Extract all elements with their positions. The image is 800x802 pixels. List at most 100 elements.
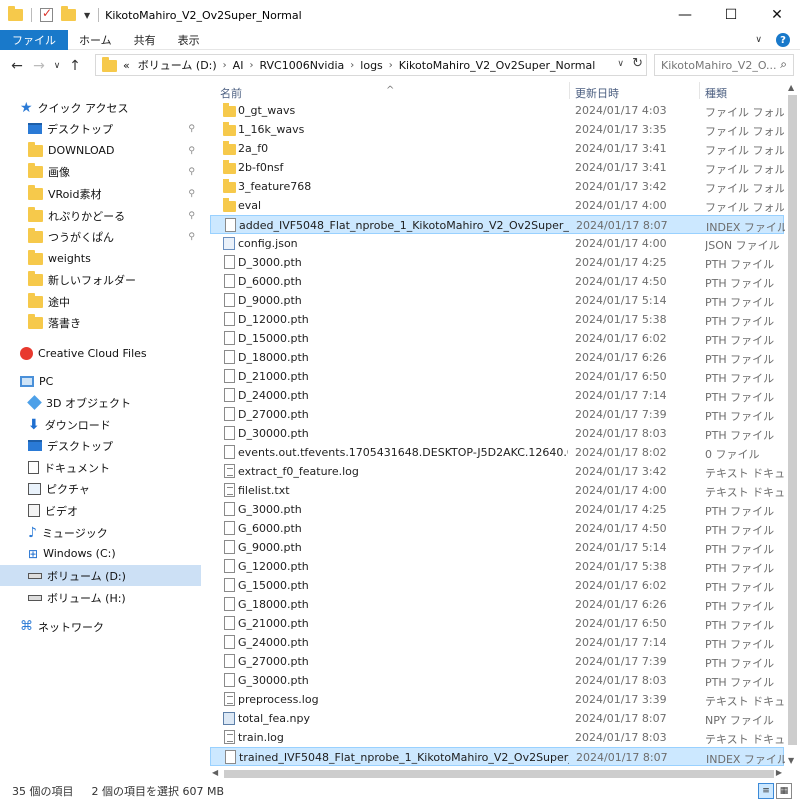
file-row[interactable]: 1_16k_wavs 2024/01/17 3:35 ファイル フォルダー	[210, 120, 784, 139]
properties-icon[interactable]	[40, 6, 53, 22]
recent-locations-chevron-down-icon[interactable]: ∨	[50, 61, 64, 71]
tab-view[interactable]: 表示	[167, 30, 211, 50]
file-row[interactable]: eval 2024/01/17 4:00 ファイル フォルダー	[210, 196, 784, 215]
sidebar-item[interactable]: ⌘ ネットワーク	[0, 616, 201, 637]
expand-ribbon-chevron-down-icon[interactable]: ∨	[755, 35, 762, 45]
help-icon[interactable]: ?	[776, 33, 790, 47]
file-row[interactable]: G_3000.pth 2024/01/17 4:25 PTH ファイル	[210, 500, 784, 519]
file-row[interactable]: trained_IVF5048_Flat_nprobe_1_KikotoMahi…	[210, 747, 785, 766]
file-row[interactable]: D_18000.pth 2024/01/17 6:26 PTH ファイル	[210, 348, 784, 367]
file-row[interactable]: preprocess.log 2024/01/17 3:39 テキスト ドキュメント	[210, 690, 784, 709]
breadcrumb-logs[interactable]: logs	[360, 59, 383, 72]
sidebar-item[interactable]: DOWNLOAD ⚲	[0, 140, 201, 161]
pin-icon[interactable]: ⚲	[188, 124, 195, 134]
file-row[interactable]: D_27000.pth 2024/01/17 7:39 PTH ファイル	[210, 405, 784, 424]
sidebar-item[interactable]: デスクトップ ⚲	[0, 118, 201, 139]
sidebar-item[interactable]: ♪ ミュージック	[0, 522, 201, 543]
column-header-type[interactable]: 種類	[705, 85, 727, 101]
close-button[interactable]: ✕	[754, 0, 800, 30]
sidebar-item[interactable]: ★ クイック アクセス	[0, 97, 201, 118]
sidebar-item[interactable]: デスクトップ	[0, 435, 201, 456]
breadcrumb-separator-icon[interactable]: ›	[389, 60, 393, 71]
file-row[interactable]: G_15000.pth 2024/01/17 6:02 PTH ファイル	[210, 576, 784, 595]
breadcrumb-current-folder[interactable]: KikotoMahiro_V2_Ov2Super_Normal	[399, 59, 596, 72]
sidebar-item[interactable]: ビデオ	[0, 500, 201, 521]
address-bar[interactable]: « ボリューム (D:) › AI › RVC1006Nvidia › logs…	[95, 54, 647, 76]
maximize-button[interactable]: ☐	[708, 0, 754, 30]
tab-file[interactable]: ファイル	[0, 29, 68, 50]
file-row[interactable]: 3_feature768 2024/01/17 3:42 ファイル フォルダー	[210, 177, 784, 196]
sidebar-item[interactable]: 新しいフォルダー	[0, 269, 201, 290]
scroll-thumb[interactable]	[224, 770, 774, 778]
file-row[interactable]: D_30000.pth 2024/01/17 8:03 PTH ファイル	[210, 424, 784, 443]
sidebar-item[interactable]: 画像 ⚲	[0, 161, 201, 182]
file-row[interactable]: G_9000.pth 2024/01/17 5:14 PTH ファイル	[210, 538, 784, 557]
file-row[interactable]: D_3000.pth 2024/01/17 4:25 PTH ファイル	[210, 253, 784, 272]
file-row[interactable]: G_12000.pth 2024/01/17 5:38 PTH ファイル	[210, 557, 784, 576]
pin-icon[interactable]: ⚲	[188, 189, 195, 199]
file-row[interactable]: G_30000.pth 2024/01/17 8:03 PTH ファイル	[210, 671, 784, 690]
sidebar-item[interactable]: つうがくぱん ⚲	[0, 226, 201, 247]
file-row[interactable]: D_12000.pth 2024/01/17 5:38 PTH ファイル	[210, 310, 784, 329]
file-row[interactable]: D_15000.pth 2024/01/17 6:02 PTH ファイル	[210, 329, 784, 348]
file-row[interactable]: D_24000.pth 2024/01/17 7:14 PTH ファイル	[210, 386, 784, 405]
customize-toolbar-chevron-down-icon[interactable]: ▼	[84, 11, 90, 20]
file-row[interactable]: D_9000.pth 2024/01/17 5:14 PTH ファイル	[210, 291, 784, 310]
file-row[interactable]: total_fea.npy 2024/01/17 8:07 NPY ファイル	[210, 709, 784, 728]
sidebar-item[interactable]: 途中	[0, 291, 201, 312]
sidebar-item[interactable]: ボリューム (D:)	[0, 565, 201, 586]
file-row[interactable]: G_18000.pth 2024/01/17 6:26 PTH ファイル	[210, 595, 784, 614]
breadcrumb-separator-icon[interactable]: ›	[249, 60, 253, 71]
file-row[interactable]: 2b-f0nsf 2024/01/17 3:41 ファイル フォルダー	[210, 158, 784, 177]
pin-icon[interactable]: ⚲	[188, 232, 195, 242]
scroll-right-arrow-icon[interactable]: ▶	[776, 768, 782, 777]
file-row[interactable]: events.out.tfevents.1705431648.DESKTOP-J…	[210, 443, 784, 462]
file-row[interactable]: D_6000.pth 2024/01/17 4:50 PTH ファイル	[210, 272, 784, 291]
forward-arrow-icon[interactable]: →	[28, 58, 50, 74]
address-history-chevron-down-icon[interactable]: ∨	[617, 59, 624, 69]
file-row[interactable]: added_IVF5048_Flat_nprobe_1_KikotoMahiro…	[210, 215, 785, 234]
sidebar-item[interactable]: ⬇ ダウンロード	[0, 414, 201, 435]
file-row[interactable]: 2a_f0 2024/01/17 3:41 ファイル フォルダー	[210, 139, 784, 158]
file-row[interactable]: D_21000.pth 2024/01/17 6:50 PTH ファイル	[210, 367, 784, 386]
file-row[interactable]: train.log 2024/01/17 8:03 テキスト ドキュメント	[210, 728, 784, 747]
sidebar-item[interactable]: ドキュメント	[0, 457, 201, 478]
file-row[interactable]: 0_gt_wavs 2024/01/17 4:03 ファイル フォルダー	[210, 101, 784, 120]
column-header-date[interactable]: 更新日時	[575, 85, 619, 101]
breadcrumb-rvc1006nvidia[interactable]: RVC1006Nvidia	[259, 59, 344, 72]
file-row[interactable]: G_6000.pth 2024/01/17 4:50 PTH ファイル	[210, 519, 784, 538]
breadcrumb-separator-icon[interactable]: ›	[350, 60, 354, 71]
file-row[interactable]: G_27000.pth 2024/01/17 7:39 PTH ファイル	[210, 652, 784, 671]
details-view-icon[interactable]: ≡	[758, 783, 774, 799]
file-row[interactable]: G_24000.pth 2024/01/17 7:14 PTH ファイル	[210, 633, 784, 652]
column-divider[interactable]	[569, 82, 570, 99]
sidebar-item[interactable]: 3D オブジェクト	[0, 392, 201, 413]
sidebar-item[interactable]: Creative Cloud Files	[0, 343, 201, 364]
scroll-up-arrow-icon[interactable]: ▲	[788, 83, 794, 92]
file-row[interactable]: extract_f0_feature.log 2024/01/17 3:42 テキス…	[210, 462, 784, 481]
pin-icon[interactable]: ⚲	[188, 211, 195, 221]
column-header-name[interactable]: 名前	[220, 85, 242, 101]
new-folder-icon[interactable]	[61, 6, 76, 21]
column-divider[interactable]	[699, 82, 700, 99]
search-input[interactable]: KikotoMahiro_V2_O... ⌕	[654, 54, 794, 76]
sidebar-item[interactable]: ⊞ Windows (C:)	[0, 543, 201, 564]
large-icons-view-icon[interactable]: ▦	[776, 783, 792, 799]
back-arrow-icon[interactable]: ←	[6, 58, 28, 74]
breadcrumb-separator-icon[interactable]: ›	[223, 60, 227, 71]
sidebar-item[interactable]: 落書き	[0, 312, 201, 333]
vertical-scrollbar[interactable]: ▲ ▼	[785, 81, 800, 767]
sidebar-item[interactable]: weights	[0, 248, 201, 269]
file-row[interactable]: filelist.txt 2024/01/17 4:00 テキスト ドキュメント	[210, 481, 784, 500]
refresh-icon[interactable]: ↻	[632, 56, 643, 71]
file-row[interactable]: config.json 2024/01/17 4:00 JSON ファイル	[210, 234, 784, 253]
breadcrumb-ai[interactable]: AI	[233, 59, 244, 72]
breadcrumb-volume-d[interactable]: ボリューム (D:)	[138, 57, 217, 73]
file-row[interactable]: G_21000.pth 2024/01/17 6:50 PTH ファイル	[210, 614, 784, 633]
pin-icon[interactable]: ⚲	[188, 167, 195, 177]
sidebar-item[interactable]: PC	[0, 371, 201, 392]
sidebar-item[interactable]: れぷりかどーる ⚲	[0, 205, 201, 226]
up-arrow-icon[interactable]: ↑	[64, 58, 86, 74]
scroll-left-arrow-icon[interactable]: ◀	[212, 768, 218, 777]
sidebar-item[interactable]: ピクチャ	[0, 478, 201, 499]
